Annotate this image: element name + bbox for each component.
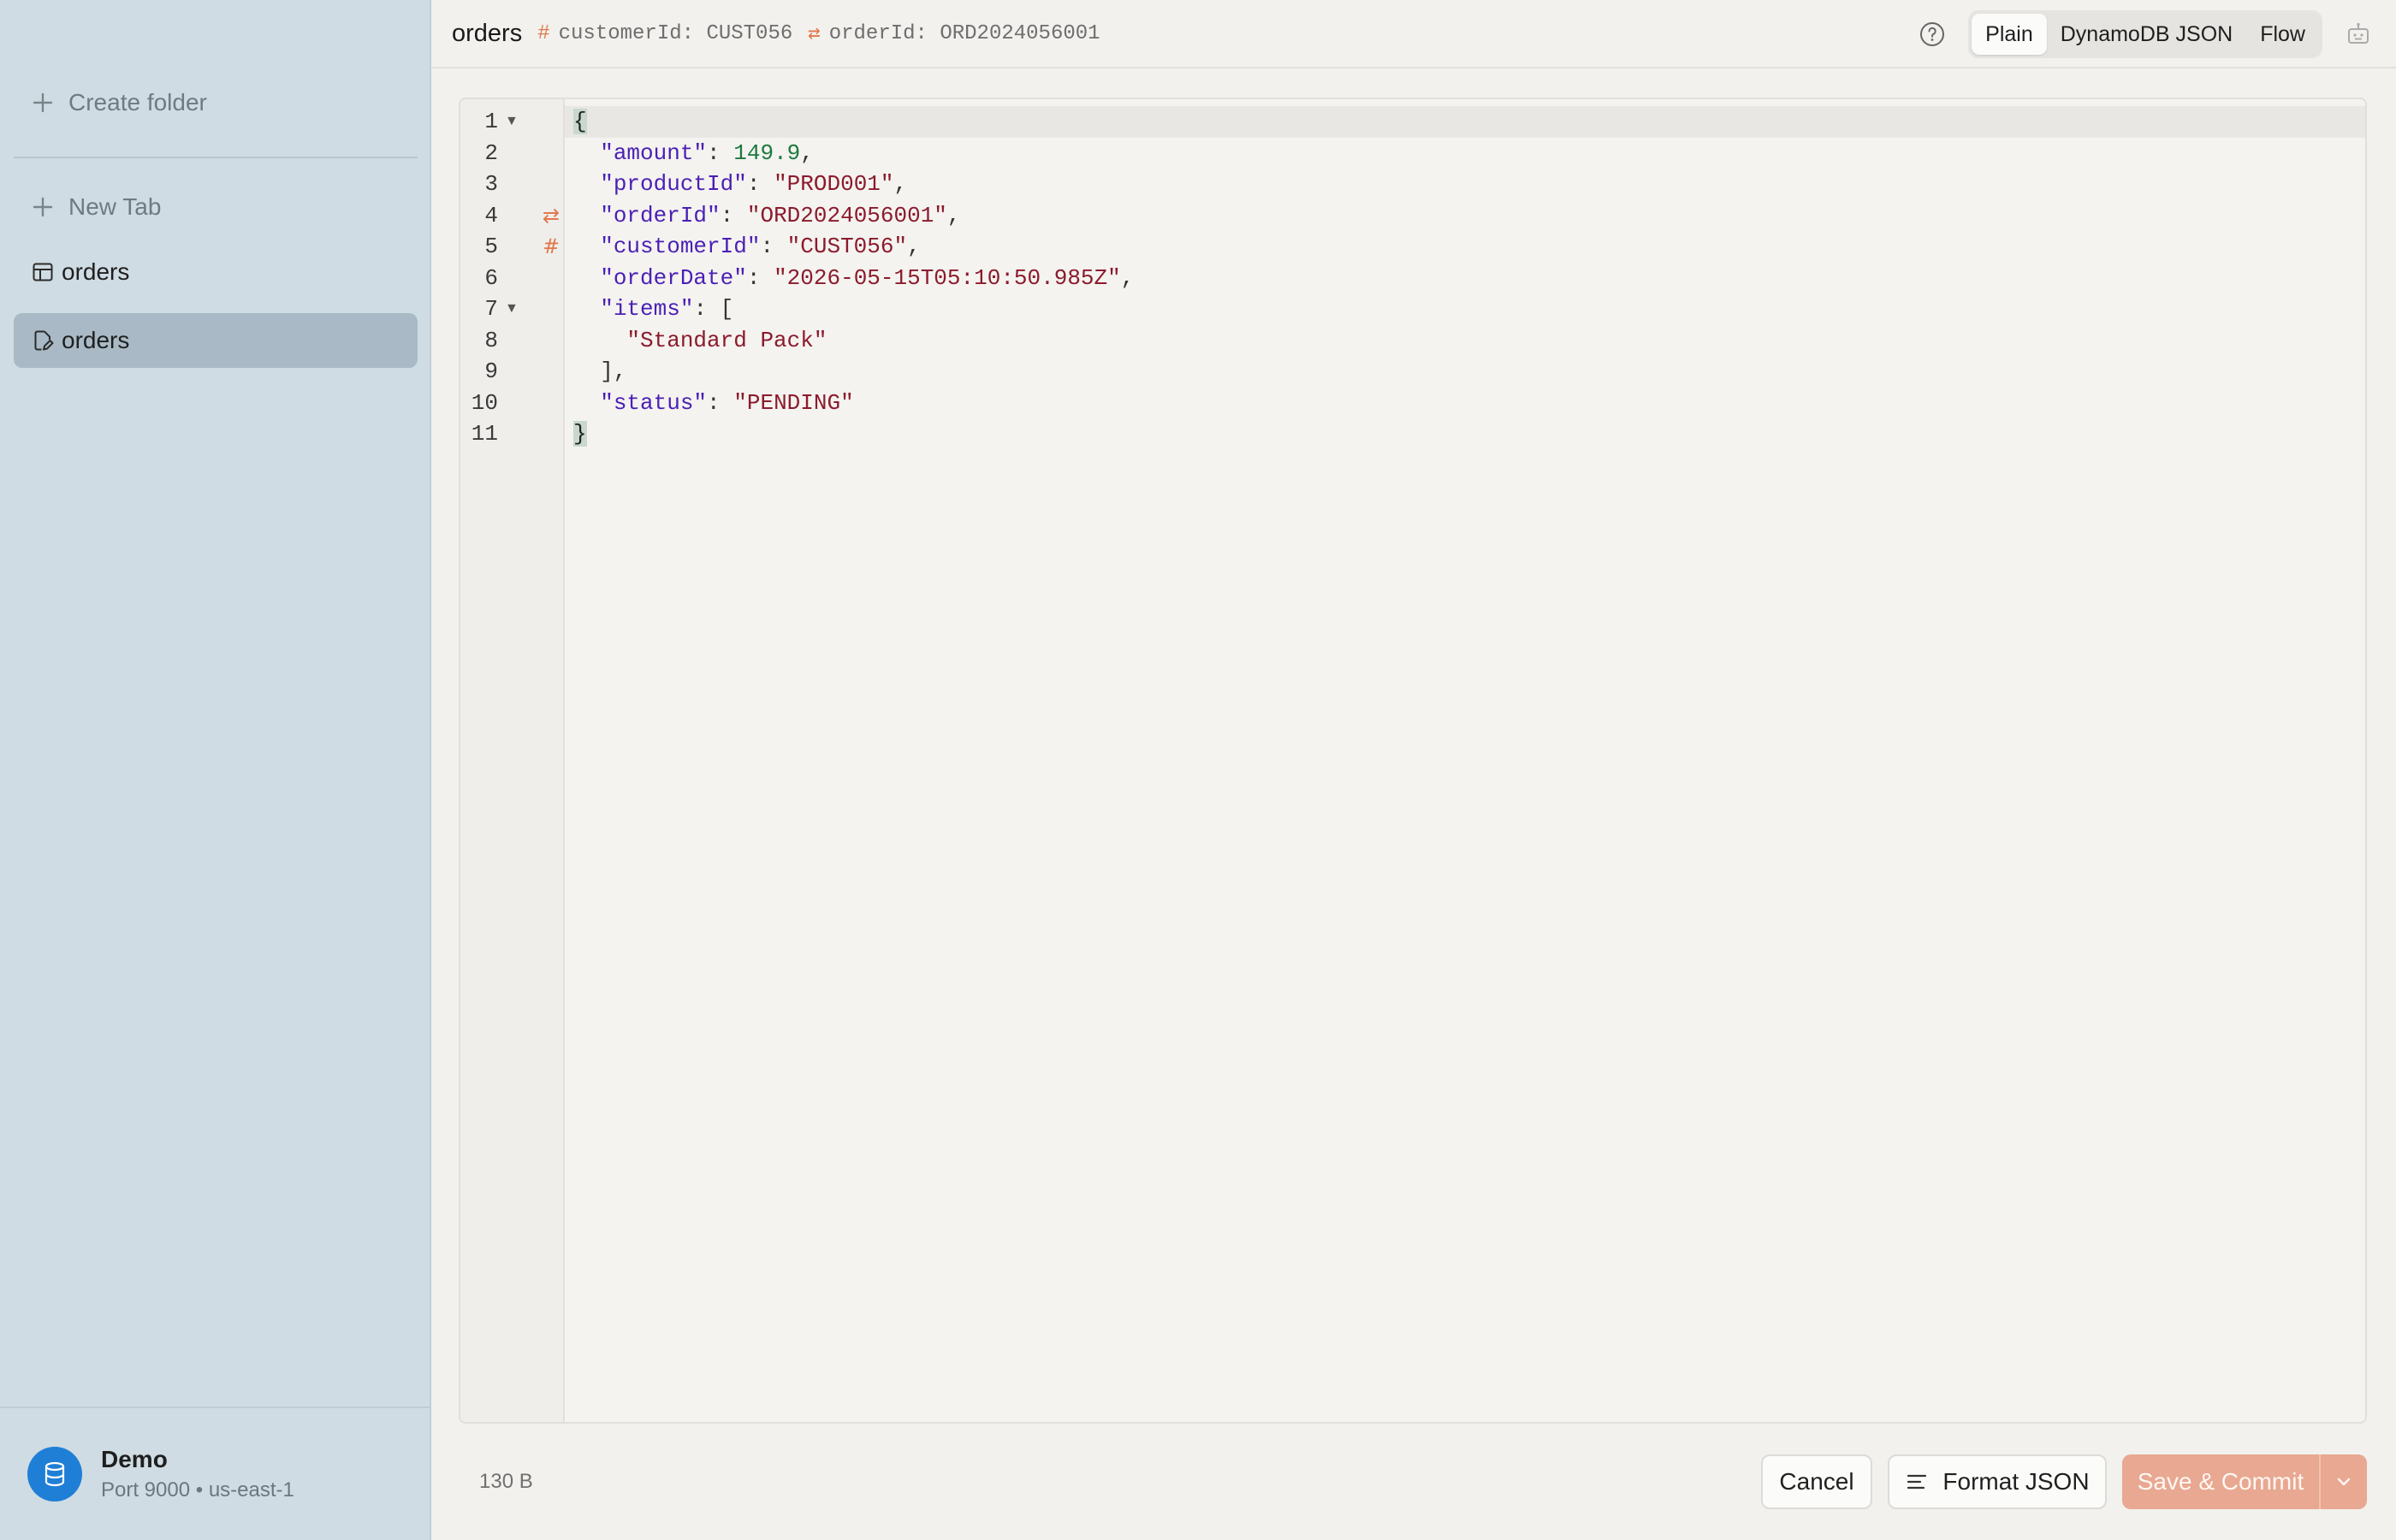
fold-arrow-icon[interactable]: ▼	[505, 293, 519, 325]
cancel-button[interactable]: Cancel	[1761, 1454, 1872, 1509]
view-flow-tab[interactable]: Flow	[2246, 14, 2319, 55]
partition-key-value: customerId: CUST056	[558, 21, 793, 45]
line-number: 5	[484, 234, 498, 259]
sidebar-item-label: orders	[62, 258, 130, 285]
sidebar-item-orders-document[interactable]: orders	[14, 313, 418, 368]
code-line: "status": "PENDING"	[600, 389, 854, 416]
save-commit-button-group: Save & Commit	[2122, 1454, 2367, 1509]
editor-gutter: 1 ▼ 2 3 4 ⇄ 5 # 6 7 ▼ 8 9 10 11	[460, 99, 565, 1422]
sort-key-marker-icon: ⇄	[543, 203, 560, 228]
line-number: 10	[471, 389, 498, 416]
robot-icon[interactable]	[2341, 17, 2375, 51]
code-area[interactable]: { "amount": 149.9, "productId": "PROD001…	[565, 99, 2365, 1422]
code-line: "items": [	[600, 296, 734, 322]
sidebar-divider	[14, 157, 418, 158]
connection-details: Port 9000 • us-east-1	[101, 1478, 294, 1502]
code-line: "productId": "PROD001",	[600, 171, 908, 197]
save-commit-button[interactable]: Save & Commit	[2122, 1454, 2321, 1509]
table-icon	[27, 257, 58, 287]
sort-key-value: orderId: ORD2024056001	[828, 21, 1100, 45]
sidebar-item-label: orders	[62, 327, 130, 353]
partition-key-chip: # customerId: CUST056	[537, 22, 792, 45]
chevron-down-icon[interactable]	[2321, 1454, 2367, 1509]
line-number: 2	[484, 139, 498, 166]
sort-key-chip: ⇄ orderId: ORD2024056001	[808, 21, 1100, 47]
view-dynamodb-json-tab[interactable]: DynamoDB JSON	[2047, 14, 2246, 55]
format-json-button[interactable]: Format JSON	[1888, 1454, 2107, 1509]
code-line: "orderId": "ORD2024056001",	[600, 202, 961, 228]
line-number: 1	[484, 109, 498, 134]
code-line: ],	[573, 358, 627, 384]
document-edit-icon	[27, 325, 58, 356]
help-icon[interactable]	[1917, 19, 1948, 50]
new-tab-button[interactable]: New Tab	[14, 180, 418, 234]
align-left-icon	[1905, 1470, 1929, 1494]
plus-icon	[27, 192, 58, 222]
format-json-label: Format JSON	[1942, 1468, 2090, 1495]
line-number: 8	[484, 327, 498, 353]
code-line: {	[565, 106, 2365, 138]
sidebar: Create folder New Tab orders orders Demo…	[0, 0, 431, 1540]
code-line: "orderDate": "2026-05-15T05:10:50.985Z",	[600, 264, 1135, 291]
connection-name: Demo	[101, 1446, 168, 1472]
line-number: 6	[484, 264, 498, 291]
new-tab-label: New Tab	[68, 193, 162, 220]
line-number: 7	[484, 296, 498, 322]
line-number: 11	[471, 421, 498, 447]
item-header: orders # customerId: CUST056 ⇄ orderId: …	[431, 0, 2396, 68]
item-size-label: 130 B	[479, 1470, 533, 1493]
code-line: "customerId": "CUST056",	[600, 234, 921, 259]
database-icon	[27, 1447, 82, 1502]
code-line: }	[573, 421, 587, 447]
hash-icon: #	[537, 21, 550, 45]
fold-arrow-icon[interactable]: ▼	[505, 106, 519, 138]
swap-icon: ⇄	[808, 23, 821, 46]
view-plain-tab[interactable]: Plain	[1972, 14, 2047, 55]
line-number: 3	[484, 171, 498, 197]
create-folder-button[interactable]: Create folder	[14, 75, 418, 130]
code-line: "Standard Pack"	[626, 327, 827, 353]
create-folder-label: Create folder	[68, 89, 207, 116]
sidebar-item-orders-table[interactable]: orders	[14, 245, 418, 299]
view-mode-switch: Plain DynamoDB JSON Flow	[1968, 10, 2322, 58]
plus-icon	[27, 87, 58, 118]
line-number: 9	[484, 358, 498, 384]
partition-key-marker-icon: #	[543, 234, 560, 258]
line-number: 4	[484, 202, 498, 228]
code-line: "amount": 149.9,	[600, 139, 814, 166]
table-title: orders	[452, 19, 523, 47]
json-editor[interactable]: 1 ▼ 2 3 4 ⇄ 5 # 6 7 ▼ 8 9 10 11 { "amoun…	[459, 98, 2367, 1424]
connection-footer[interactable]: Demo Port 9000 • us-east-1	[0, 1407, 431, 1540]
